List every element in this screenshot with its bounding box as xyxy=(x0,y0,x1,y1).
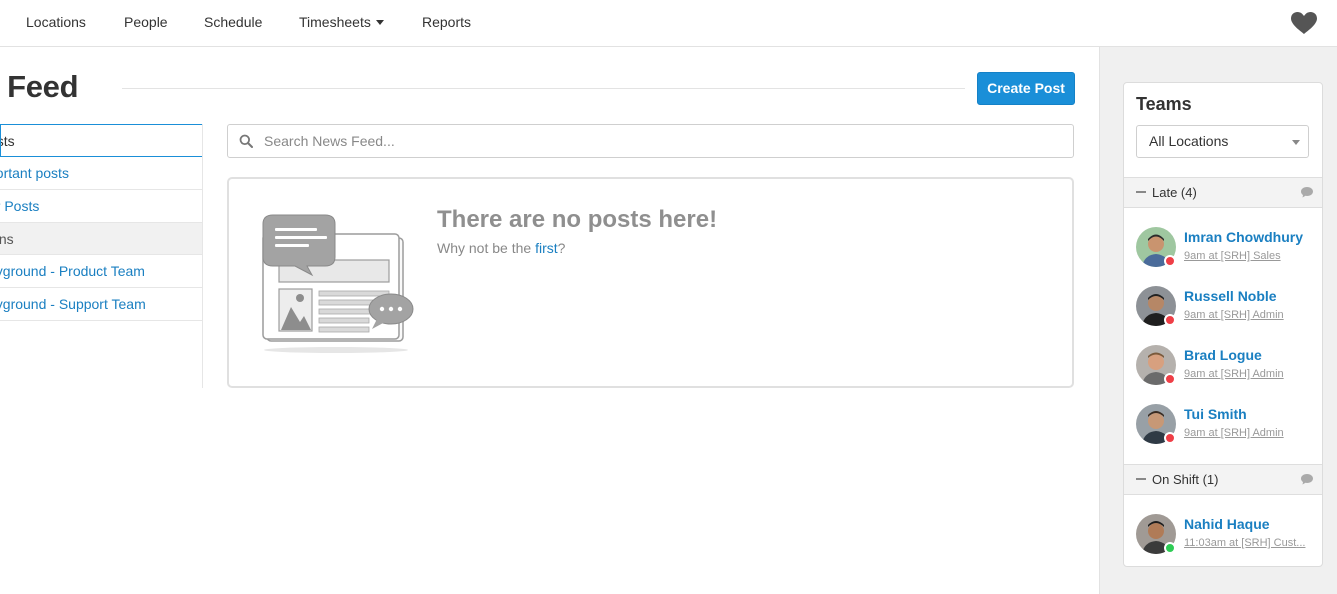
filter-your-posts[interactable]: ur Posts xyxy=(0,190,203,223)
filter-label: ions xyxy=(0,231,14,247)
title-divider xyxy=(122,88,965,89)
member-name: Tui Smith xyxy=(1184,406,1247,422)
empty-sub-suffix: ? xyxy=(557,240,566,256)
group-on-shift-header[interactable]: On Shift (1) xyxy=(1124,464,1322,495)
search-icon xyxy=(239,134,253,148)
member-shift: 9am at [SRH] Sales xyxy=(1184,250,1281,262)
member-shift: 9am at [SRH] Admin xyxy=(1184,309,1284,321)
on-shift-status-dot xyxy=(1164,542,1176,554)
nav-people[interactable]: People xyxy=(124,14,168,30)
team-member-row[interactable]: Nahid Haque 11:03am at [SRH] Cust... xyxy=(1124,514,1322,566)
filter-label: ur Posts xyxy=(0,198,40,214)
late-status-dot xyxy=(1164,432,1176,444)
group-label: Late (4) xyxy=(1152,185,1197,200)
create-post-button[interactable]: Create Post xyxy=(977,72,1075,105)
member-name: Nahid Haque xyxy=(1184,516,1270,532)
nav-timesheets-label: Timesheets xyxy=(299,14,371,30)
filter-all-posts[interactable]: osts xyxy=(0,124,203,157)
nav-locations[interactable]: Locations xyxy=(26,14,86,30)
member-shift: 11:03am at [SRH] Cust... xyxy=(1184,537,1306,549)
empty-state-subtitle: Why not be the first? xyxy=(437,240,565,256)
late-status-dot xyxy=(1164,314,1176,326)
location-select[interactable]: All Locations xyxy=(1136,125,1309,158)
search-input[interactable] xyxy=(264,125,1064,157)
member-shift: 9am at [SRH] Admin xyxy=(1184,427,1284,439)
teams-panel: Teams All Locations Late (4) Imran Chowd… xyxy=(1123,82,1323,567)
first-post-link[interactable]: first xyxy=(535,240,558,256)
group-late-header[interactable]: Late (4) xyxy=(1124,177,1322,208)
search-box xyxy=(227,124,1074,158)
empty-state-title: There are no posts here! xyxy=(437,206,718,233)
filter-label: ayground - Support Team xyxy=(0,296,146,312)
filter-label: portant posts xyxy=(0,165,69,181)
nav-timesheets[interactable]: Timesheets xyxy=(299,14,384,30)
caret-down-icon xyxy=(375,20,384,25)
empty-news-illustration xyxy=(262,214,414,353)
chevron-down-icon xyxy=(1292,140,1300,145)
page-title: ws Feed xyxy=(0,69,79,104)
late-status-dot xyxy=(1164,373,1176,385)
group-label: On Shift (1) xyxy=(1152,472,1219,487)
heart-icon[interactable] xyxy=(1290,11,1318,35)
news-feed-empty-state: There are no posts here! Why not be the … xyxy=(227,177,1074,388)
collapse-icon xyxy=(1136,478,1146,480)
filter-playground-support-team[interactable]: ayground - Support Team xyxy=(0,288,203,321)
late-status-dot xyxy=(1164,255,1176,267)
member-name: Brad Logue xyxy=(1184,347,1262,363)
top-navigation: Locations People Schedule Timesheets Rep… xyxy=(0,0,1337,47)
filter-label: osts xyxy=(1,133,15,149)
filters-divider xyxy=(202,124,203,388)
chat-icon[interactable] xyxy=(1300,473,1314,485)
chat-icon[interactable] xyxy=(1300,186,1314,198)
member-name: Russell Noble xyxy=(1184,288,1277,304)
nav-schedule[interactable]: Schedule xyxy=(204,14,262,30)
team-member-row[interactable]: Imran Chowdhury 9am at [SRH] Sales xyxy=(1124,227,1322,286)
teams-title: Teams xyxy=(1136,94,1192,114)
filter-important-posts[interactable]: portant posts xyxy=(0,157,203,190)
member-name: Imran Chowdhury xyxy=(1184,229,1304,245)
team-member-row[interactable]: Tui Smith 9am at [SRH] Admin xyxy=(1124,404,1322,463)
filter-playground-product-team[interactable]: ayground - Product Team xyxy=(0,255,203,288)
filter-label: ayground - Product Team xyxy=(0,263,145,279)
empty-sub-prefix: Why not be the xyxy=(437,240,536,256)
member-shift: 9am at [SRH] Admin xyxy=(1184,368,1284,380)
collapse-icon xyxy=(1136,191,1146,193)
team-member-row[interactable]: Russell Noble 9am at [SRH] Admin xyxy=(1124,286,1322,345)
nav-reports[interactable]: Reports xyxy=(422,14,471,30)
location-select-value: All Locations xyxy=(1149,133,1229,149)
filter-section-header: ions xyxy=(0,223,203,255)
team-member-row[interactable]: Brad Logue 9am at [SRH] Admin xyxy=(1124,345,1322,404)
